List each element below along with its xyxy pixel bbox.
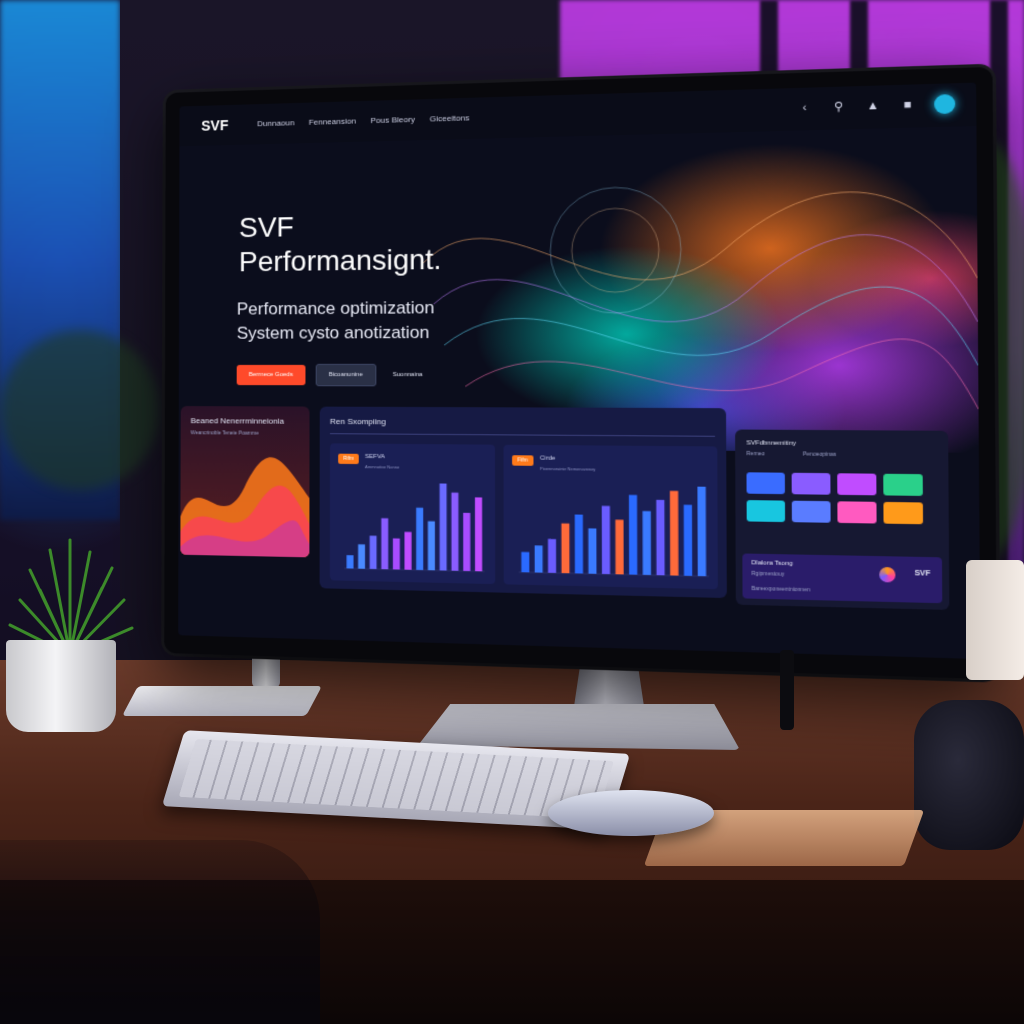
top-icons: ‹ ⚲ ▲ ■	[797, 94, 956, 118]
bell-icon[interactable]: ▲	[865, 98, 881, 113]
chart-bar	[416, 507, 424, 571]
hero-section: SVF Performansignt. Performance optimiza…	[178, 125, 979, 453]
panel-subtitle: Penoeopinas	[802, 451, 837, 459]
tile[interactable]	[791, 472, 831, 495]
tile-grid	[746, 472, 924, 525]
plant-pot-right	[966, 560, 1024, 680]
tile[interactable]	[883, 473, 923, 496]
nav-item[interactable]: Pous Bleory	[370, 115, 415, 125]
primary-button[interactable]: Berrnece Goeds	[236, 364, 306, 386]
chart-card[interactable]: Rifm SEFVA Arnmnotive Nonne	[329, 443, 496, 585]
chart-bar	[628, 494, 638, 575]
divider	[329, 433, 715, 437]
chart-bar	[463, 512, 471, 572]
monitor-base	[418, 704, 740, 750]
hero-subtitle-line: System cysto anotization	[236, 322, 430, 343]
chart-bar	[697, 486, 707, 577]
mouse	[548, 790, 714, 836]
photo-scene: SVF Dunnaoun Fenneansion Pous Bleory Gic…	[0, 0, 1024, 1024]
panel-title: Ren Sxompiing	[329, 416, 386, 427]
brand-logo-icon	[879, 566, 896, 583]
chart-bar	[683, 504, 693, 576]
tile[interactable]	[746, 500, 786, 523]
chart-bar	[521, 551, 530, 573]
back-icon[interactable]: ‹	[797, 100, 813, 115]
chart-bar	[615, 519, 624, 575]
phone	[122, 686, 322, 716]
chart-bar	[669, 490, 679, 576]
cable	[780, 650, 794, 730]
background-plant	[0, 330, 160, 490]
hero-title-line: SVF	[238, 211, 294, 244]
logo[interactable]: SVF	[201, 117, 228, 134]
chart-bar	[451, 492, 459, 571]
panel-subtitle: Rerneo	[746, 450, 765, 458]
chart-bar	[534, 545, 543, 573]
nav-menu: Dunnaoun Fenneansion Pous Bleory Giceeit…	[257, 113, 469, 128]
chart-bar	[642, 511, 651, 576]
promo-card[interactable]: Dlalora Tsong Rgipmestouy Bareexponeentn…	[742, 553, 943, 604]
chart-bar	[404, 531, 412, 570]
chart-bar	[358, 544, 366, 569]
bar-chart	[504, 486, 718, 590]
nav-item[interactable]: Giceeitons	[430, 113, 470, 123]
chair	[0, 840, 320, 1024]
nav-item[interactable]: Dunnaoun	[257, 118, 294, 128]
card-brand: SVF	[914, 569, 931, 578]
avatar-icon[interactable]	[934, 94, 956, 115]
hero-subtitle-line: Performance optimization	[236, 297, 435, 319]
chart-bar	[392, 538, 400, 570]
chart-bar	[439, 483, 447, 571]
search-icon[interactable]: ⚲	[831, 99, 847, 114]
secondary-button[interactable]: Bicoanunine	[315, 363, 377, 387]
hero-wave-art	[179, 126, 979, 453]
notification-icon[interactable]: ■	[899, 97, 915, 113]
tile[interactable]	[883, 501, 924, 525]
card-title: Dlalora Tsong	[751, 560, 793, 568]
card-footer: Bareexponeentnionnen	[751, 585, 811, 594]
chart-bar	[547, 538, 557, 573]
tile[interactable]	[791, 500, 831, 523]
tile[interactable]	[837, 501, 877, 524]
chart-bar	[427, 521, 435, 571]
right-panel: SVFdbnnemitiny Rerneo Penoeopinas Dlalor…	[735, 429, 950, 610]
wave-art	[180, 456, 310, 558]
chart-bar	[369, 535, 377, 570]
card-subtitle: Rgipmestouy	[751, 570, 785, 578]
link-button[interactable]: Suonnaina	[386, 365, 428, 386]
monitor: SVF Dunnaoun Fenneansion Pous Bleory Gic…	[164, 66, 998, 680]
chart-bar	[381, 518, 389, 570]
chart-bar	[574, 514, 584, 574]
chart-card[interactable]: Fifm Cirde Pioennoruinie Nemenoveney	[503, 444, 718, 590]
bar-chart	[330, 483, 495, 584]
cta-row: Berrnece Goeds Bicoanunine Suonnaina	[236, 363, 429, 387]
hero-title: SVF Performansignt.	[239, 207, 442, 279]
chart-bar	[346, 555, 354, 569]
panel-title: SVFdbnnemitiny	[746, 440, 797, 448]
chart-baseline	[519, 572, 709, 576]
tile[interactable]	[746, 472, 785, 495]
wave-panel[interactable]: Beaned Nenerrminneionla Weancrinoble Ten…	[180, 406, 310, 558]
charts-panel: Ren Sxompiing Rifm SEFVA Arnmnotive Nonn…	[319, 406, 727, 599]
chart-bar	[561, 523, 570, 574]
chart-bar	[588, 528, 597, 574]
tile[interactable]	[837, 473, 877, 496]
chart-bar	[474, 497, 483, 572]
plant-pot-left	[6, 640, 116, 732]
mug	[914, 700, 1024, 850]
chart-bar	[601, 505, 611, 575]
nav-item[interactable]: Fenneansion	[309, 116, 356, 126]
hero-title-line: Performansignt.	[238, 243, 442, 278]
screen: SVF Dunnaoun Fenneansion Pous Bleory Gic…	[178, 82, 981, 660]
chart-bar	[656, 499, 665, 576]
hero-subtitle: Performance optimization System cysto an…	[237, 296, 435, 346]
